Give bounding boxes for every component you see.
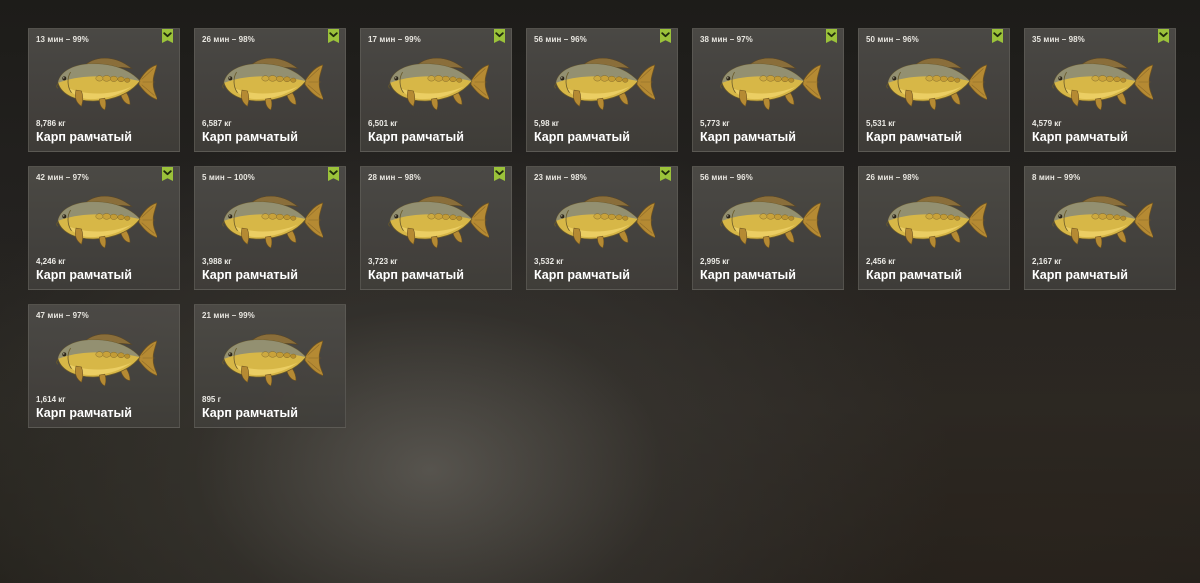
mirror-carp-icon: [554, 57, 655, 111]
catch-card[interactable]: 56 мин – 96%: [526, 28, 678, 152]
catch-time-quality: 17 мин – 99%: [368, 35, 421, 44]
catch-time-quality: 56 мин – 96%: [534, 35, 587, 44]
check-badge-icon: [1158, 29, 1169, 43]
catch-time-quality: 42 мин – 97%: [36, 173, 89, 182]
catch-card[interactable]: 47 мин – 97% 1,614 кг Карп рамчатый: [28, 304, 180, 428]
catch-time-quality: 13 мин – 99%: [36, 35, 89, 44]
catch-weight: 1,614 кг: [36, 395, 66, 404]
catch-weight: 5,531 кг: [866, 119, 896, 128]
catch-time-quality: 8 мин – 99%: [1032, 173, 1081, 182]
catch-weight: 895 г: [202, 395, 221, 404]
catch-fish-name: Карп рамчатый: [202, 406, 298, 420]
catch-card[interactable]: 28 мин – 98% 3,723 кг Карп рамчатый: [360, 166, 512, 290]
catch-weight: 8,786 кг: [36, 119, 66, 128]
catch-weight: 6,501 кг: [368, 119, 398, 128]
catch-time-quality: 47 мин – 97%: [36, 311, 89, 320]
mirror-carp-icon: [1052, 195, 1153, 249]
mirror-carp-icon: [56, 333, 157, 387]
catch-fish-name: Карп рамчатый: [36, 406, 132, 420]
catch-fish-name: Карп рамчатый: [368, 130, 464, 144]
catch-time-quality: 21 мин – 99%: [202, 311, 255, 320]
mirror-carp-icon: [886, 57, 987, 111]
catch-card[interactable]: 50 мин – 96% 5,531 кг Карп рамчатый: [858, 28, 1010, 152]
catch-weight: 2,456 кг: [866, 257, 896, 266]
catch-card[interactable]: 26 мин – 98%: [194, 28, 346, 152]
catch-fish-name: Карп рамчатый: [534, 130, 630, 144]
catch-time-quality: 26 мин – 98%: [866, 173, 919, 182]
check-badge-icon: [826, 29, 837, 43]
catch-time-quality: 5 мин – 100%: [202, 173, 255, 182]
mirror-carp-icon: [222, 57, 323, 111]
catch-fish-name: Карп рамчатый: [368, 268, 464, 282]
catch-fish-name: Карп рамчатый: [1032, 268, 1128, 282]
catch-time-quality: 35 мин – 98%: [1032, 35, 1085, 44]
catch-time-quality: 56 мин – 96%: [700, 173, 753, 182]
catch-fish-name: Карп рамчатый: [202, 268, 298, 282]
catch-weight: 3,723 кг: [368, 257, 398, 266]
catch-grid: 13 мин – 99% 8,786 кг Карп рамчатый 26 м…: [28, 28, 1176, 428]
check-badge-icon: [992, 29, 1003, 43]
catch-fish-name: Карп рамчатый: [36, 268, 132, 282]
catch-fish-name: Карп рамчатый: [866, 268, 962, 282]
check-badge-icon: [328, 167, 339, 181]
check-badge-icon: [660, 29, 671, 43]
mirror-carp-icon: [388, 195, 489, 249]
check-badge-icon: [660, 167, 671, 181]
catch-weight: 2,167 кг: [1032, 257, 1062, 266]
catch-weight: 3,988 кг: [202, 257, 232, 266]
catch-time-quality: 38 мин – 97%: [700, 35, 753, 44]
catch-fish-name: Карп рамчатый: [700, 268, 796, 282]
check-badge-icon: [328, 29, 339, 43]
catch-time-quality: 26 мин – 98%: [202, 35, 255, 44]
check-badge-icon: [162, 29, 173, 43]
check-badge-icon: [494, 167, 505, 181]
catch-fish-name: Карп рамчатый: [534, 268, 630, 282]
mirror-carp-icon: [554, 195, 655, 249]
catch-card[interactable]: 17 мин – 99% 6,501 кг Карп рамчатый: [360, 28, 512, 152]
catch-card[interactable]: 8 мин – 99% 2,167 кг Карп рамчатый: [1024, 166, 1176, 290]
mirror-carp-icon: [886, 195, 987, 249]
catch-card[interactable]: 56 мин – 96%: [692, 166, 844, 290]
catch-weight: 6,587 кг: [202, 119, 232, 128]
catch-card[interactable]: 5 мин – 100% 3,988 кг Карп рамчатый: [194, 166, 346, 290]
catch-card[interactable]: 26 мин – 98%: [858, 166, 1010, 290]
catch-weight: 4,579 кг: [1032, 119, 1062, 128]
check-badge-icon: [494, 29, 505, 43]
catch-fish-name: Карп рамчатый: [700, 130, 796, 144]
catch-time-quality: 50 мин – 96%: [866, 35, 919, 44]
mirror-carp-icon: [222, 333, 323, 387]
check-badge-icon: [162, 167, 173, 181]
catch-fish-name: Карп рамчатый: [36, 130, 132, 144]
catch-time-quality: 28 мин – 98%: [368, 173, 421, 182]
catch-weight: 4,246 кг: [36, 257, 66, 266]
catch-fish-name: Карп рамчатый: [1032, 130, 1128, 144]
catch-weight: 5,773 кг: [700, 119, 730, 128]
catch-card[interactable]: 23 мин – 98% 3,532 кг Карп рамчатый: [526, 166, 678, 290]
catch-card[interactable]: 35 мин – 98% 4,579 кг Карп рамчатый: [1024, 28, 1176, 152]
catch-card[interactable]: 38 мин – 97% 5,773 кг Карп рамчатый: [692, 28, 844, 152]
mirror-carp-icon: [56, 195, 157, 249]
mirror-carp-icon: [1052, 57, 1153, 111]
mirror-carp-icon: [720, 57, 821, 111]
catch-time-quality: 23 мин – 98%: [534, 173, 587, 182]
catch-card[interactable]: 13 мин – 99% 8,786 кг Карп рамчатый: [28, 28, 180, 152]
catch-fish-name: Карп рамчатый: [866, 130, 962, 144]
catch-weight: 3,532 кг: [534, 257, 564, 266]
catch-fish-name: Карп рамчатый: [202, 130, 298, 144]
catch-card[interactable]: 21 мин – 99% 895 г Карп рамчатый: [194, 304, 346, 428]
catch-weight: 5,98 кг: [534, 119, 560, 128]
mirror-carp-icon: [720, 195, 821, 249]
mirror-carp-icon: [56, 57, 157, 111]
mirror-carp-icon: [388, 57, 489, 111]
catch-card[interactable]: 42 мин – 97% 4,246 кг Карп рамчатый: [28, 166, 180, 290]
mirror-carp-icon: [222, 195, 323, 249]
catch-weight: 2,995 кг: [700, 257, 730, 266]
